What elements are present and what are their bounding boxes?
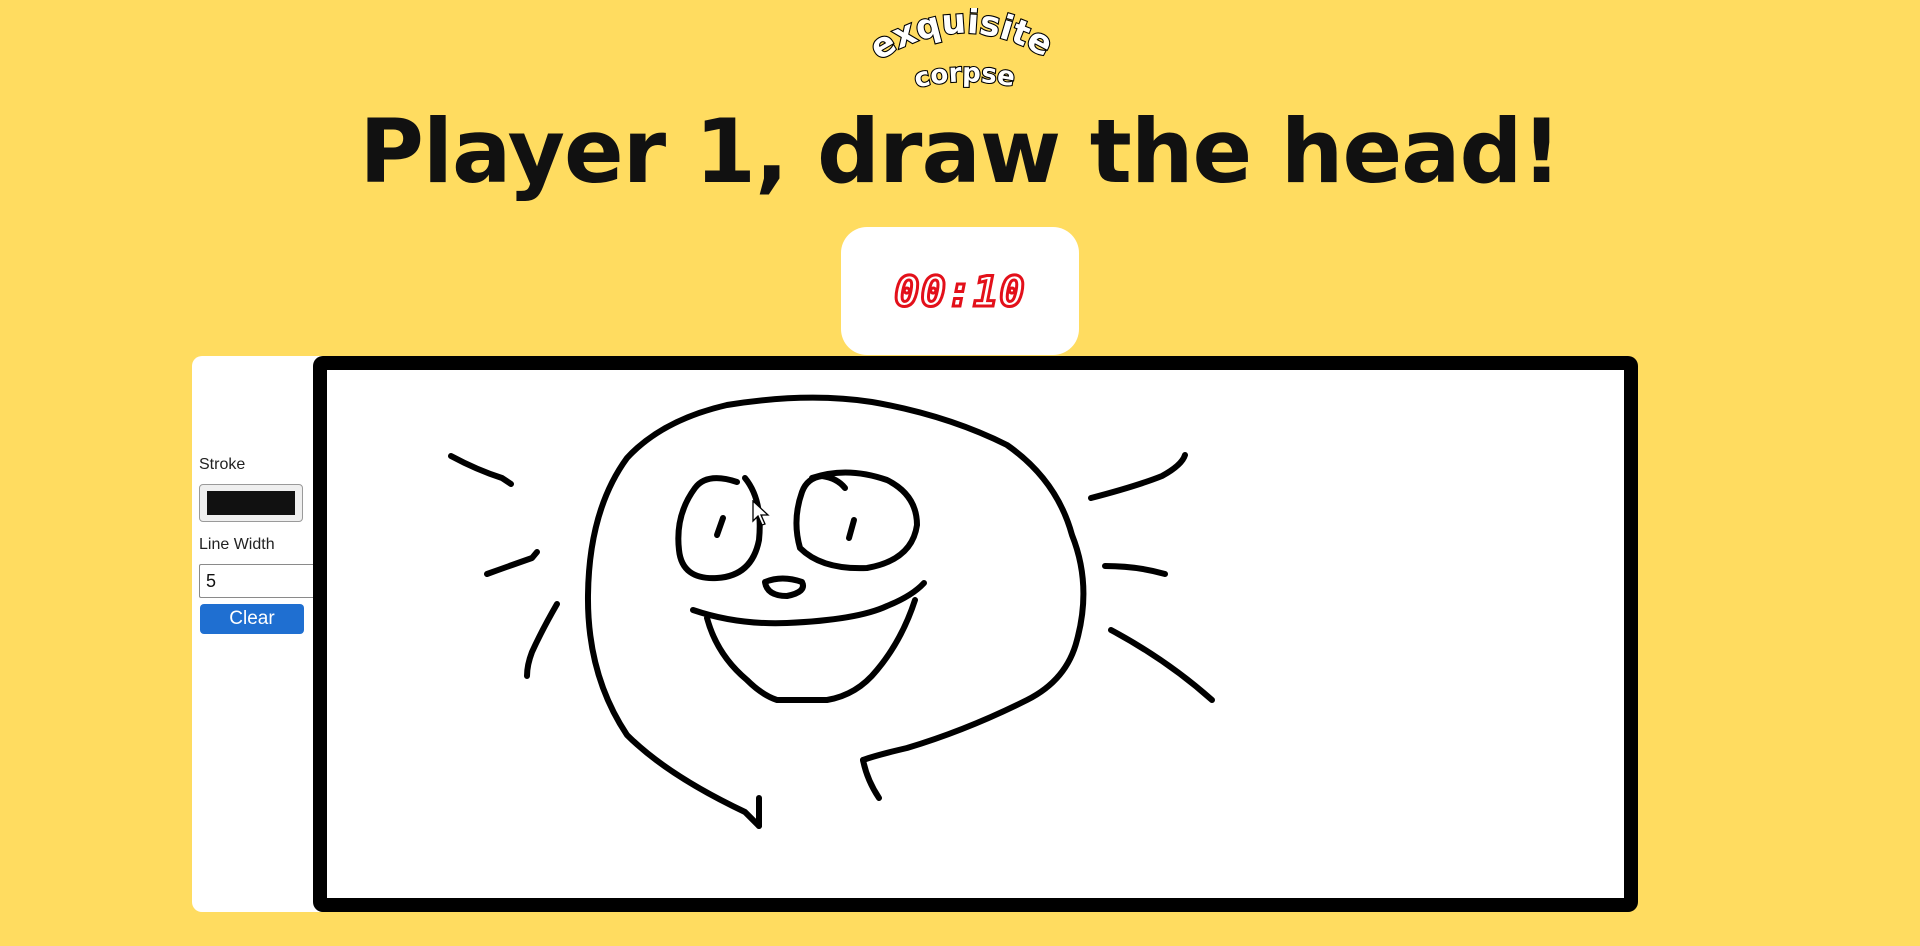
exquisite-corpse-logo: exquisite corpse [850,0,1070,98]
mouse-cursor-icon [752,500,770,526]
page-title: Player 1, draw the head! [359,100,1561,203]
line-width-input[interactable] [199,564,314,598]
countdown-timer: 00:10 [893,265,1026,317]
stroke-label: Stroke [199,456,246,473]
clear-button[interactable]: Clear [200,604,304,634]
logo-line-1: exquisite [863,8,1059,68]
tool-panel: Stroke Line Width Clear [192,356,322,912]
stroke-color-picker[interactable] [199,484,303,522]
timer-card: 00:10 [841,227,1079,355]
head-drawing [448,394,1215,829]
logo-line-2: corpse [912,58,1018,94]
stroke-color-fill [207,491,295,515]
line-width-label: Line Width [199,536,275,553]
drawing-canvas[interactable] [313,356,1638,912]
game-page: exquisite corpse Player 1, draw the head… [0,0,1920,946]
